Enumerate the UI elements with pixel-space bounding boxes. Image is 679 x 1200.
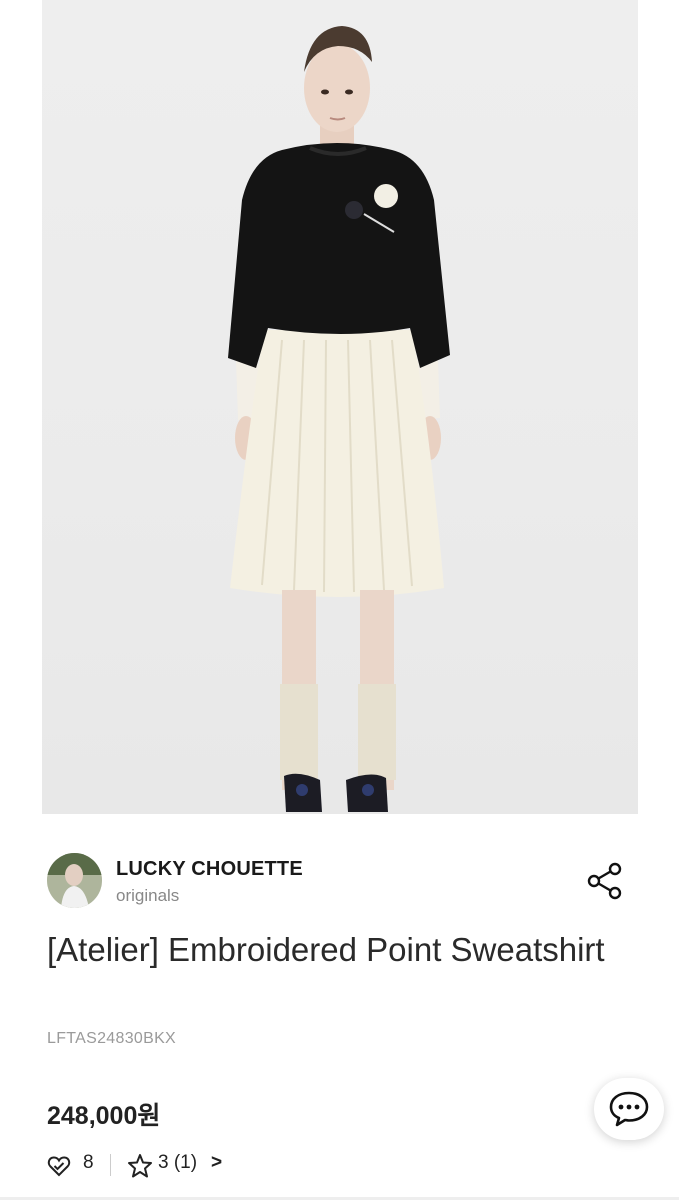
product-stats: 8 3 (1) >	[47, 1152, 347, 1180]
rating-text[interactable]: 3 (1)	[158, 1152, 197, 1174]
chat-icon	[609, 1091, 649, 1127]
heart-check-icon	[47, 1156, 71, 1177]
product-sku: LFTAS24830BKX	[47, 1030, 177, 1047]
brand-avatar[interactable]	[47, 853, 102, 908]
chat-button[interactable]	[594, 1078, 664, 1140]
product-image[interactable]	[42, 0, 638, 814]
likes-count: 8	[83, 1152, 94, 1173]
share-button[interactable]	[585, 861, 625, 901]
product-title: [Atelier] Embroidered Point Sweatshirt	[47, 931, 605, 968]
share-icon	[587, 862, 622, 900]
model-illustration	[228, 26, 450, 812]
brand-row[interactable]: LUCKY CHOUETTE originals	[47, 853, 637, 913]
stats-divider	[110, 1154, 111, 1176]
brand-sub-label: originals	[116, 886, 180, 905]
product-price: 248,000원	[47, 1102, 161, 1130]
brand-name[interactable]: LUCKY CHOUETTE	[116, 858, 303, 881]
rating-chevron[interactable]: >	[211, 1152, 222, 1174]
star-icon	[128, 1154, 152, 1178]
rating-link[interactable]	[127, 1153, 153, 1184]
like-button[interactable]	[47, 1155, 71, 1183]
